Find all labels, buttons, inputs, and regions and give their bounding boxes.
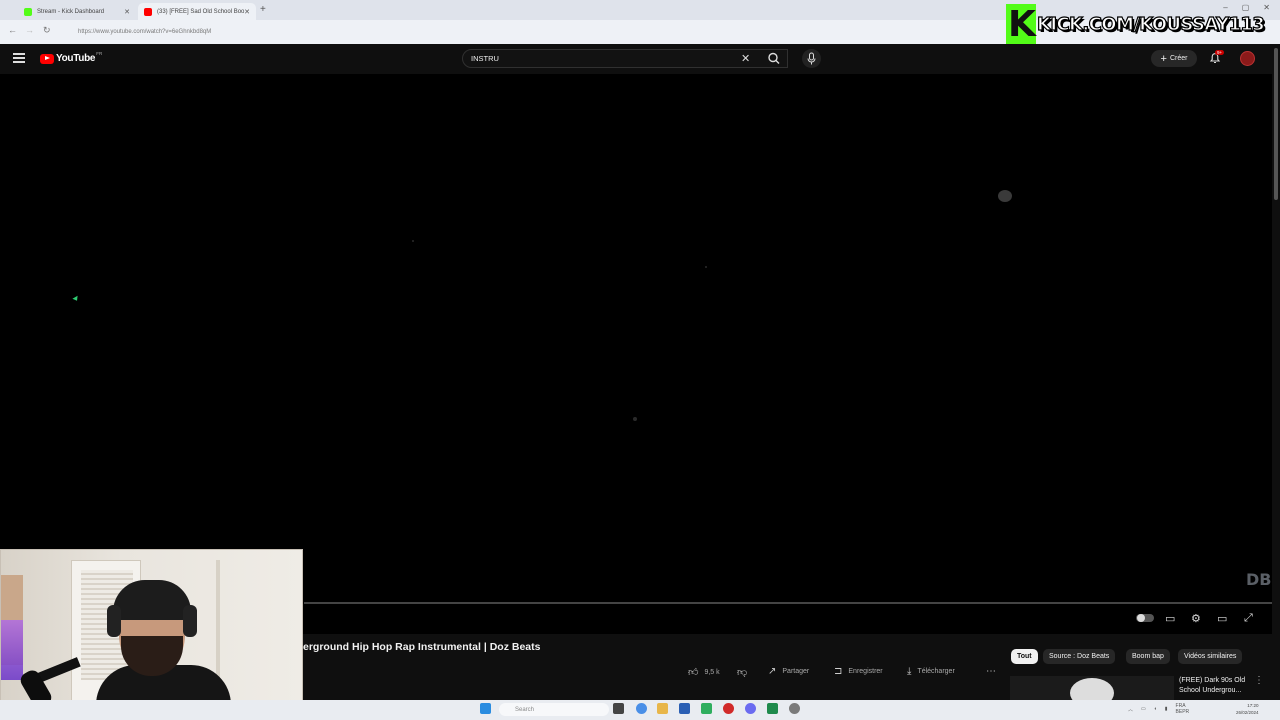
- video-frame-speck: [412, 240, 414, 242]
- save-label: Enregistrer: [848, 668, 883, 675]
- thumbs-down-icon: 👎︎: [737, 667, 748, 678]
- forward-arrow-icon[interactable]: →: [25, 25, 34, 35]
- kick-overlay: KICK.COM/KOUSSAY113: [1006, 4, 1280, 45]
- plus-icon: +: [1160, 52, 1167, 65]
- battery-icon[interactable]: ▮: [1165, 706, 1168, 712]
- more-vertical-icon[interactable]: ⋮: [1254, 675, 1264, 686]
- clear-search-icon[interactable]: ✕: [741, 52, 750, 65]
- notification-count-badge: 9+: [1215, 50, 1225, 55]
- tab-title: Stream - Kick Dashboard: [37, 8, 105, 15]
- region-code: FR: [96, 51, 103, 56]
- account-avatar[interactable]: [1240, 51, 1255, 66]
- download-label: Télécharger: [917, 668, 955, 675]
- video-frame-speck: [633, 417, 637, 421]
- settings-icon[interactable]: [789, 703, 800, 714]
- fullscreen-icon[interactable]: ⤢: [1244, 612, 1253, 625]
- video-frame-speck: [705, 266, 707, 268]
- suggested-video-thumbnail[interactable]: [1010, 676, 1174, 700]
- youtube-logo[interactable]: YouTube FR: [40, 51, 103, 64]
- network-icon[interactable]: ▭: [1141, 706, 1146, 712]
- chrome-icon[interactable]: [636, 703, 647, 714]
- subtitles-icon[interactable]: ▭: [1165, 612, 1175, 625]
- thumbs-up-icon: 👍︎: [688, 667, 699, 678]
- taskbar-clock[interactable]: 17:20 26/02/2024: [1236, 702, 1259, 716]
- tab-title: (33) [FREE] Sad Old School Boo: [157, 8, 245, 15]
- address-bar[interactable]: https://www.youtube.com/watch?v=6eGhnkbd…: [62, 25, 1002, 39]
- video-title: erground Hip Hop Rap Instrumental | Doz …: [303, 641, 541, 653]
- chip-boom-bap[interactable]: Boom bap: [1126, 649, 1170, 664]
- download-button[interactable]: ⤓ Télécharger: [907, 666, 955, 677]
- kick-favicon-icon: [24, 7, 32, 16]
- suggested-video-title[interactable]: (FREE) Dark 90s Old School Undergrou...: [1179, 676, 1259, 696]
- tab-kick-dashboard[interactable]: Stream - Kick Dashboard ✕: [18, 3, 136, 20]
- settings-gear-icon[interactable]: ⚙: [1191, 612, 1201, 625]
- dislike-button[interactable]: 👎︎: [737, 666, 753, 678]
- chip-source[interactable]: Source : Doz Beats: [1043, 649, 1116, 664]
- save-button[interactable]: ⊐ Enregistrer: [834, 666, 883, 677]
- store-icon[interactable]: [679, 703, 690, 714]
- youtube-logo-text: YouTube: [56, 53, 96, 64]
- app-icon[interactable]: [701, 703, 712, 714]
- volume-icon[interactable]: ◖: [1154, 706, 1157, 712]
- close-tab-icon[interactable]: ✕: [124, 8, 130, 16]
- language-indicator[interactable]: FRA BEPR: [1176, 703, 1190, 715]
- clock-date: 26/02/2024: [1236, 710, 1259, 715]
- hamburger-menu-icon[interactable]: [13, 53, 25, 63]
- create-button[interactable]: + Créer: [1151, 50, 1197, 67]
- like-count: 9,5 k: [704, 668, 720, 676]
- opera-icon[interactable]: [723, 703, 734, 714]
- bookmark-icon: ⊐: [834, 666, 843, 677]
- share-button[interactable]: ↗ Partager: [768, 666, 809, 677]
- youtube-favicon-icon: [144, 7, 152, 16]
- discord-icon[interactable]: [745, 703, 756, 714]
- kick-logo-icon: [1006, 4, 1036, 45]
- new-tab-button[interactable]: +: [260, 4, 266, 15]
- share-arrow-icon: ↗: [768, 666, 777, 677]
- channel-watermark[interactable]: DB: [1246, 570, 1271, 589]
- taskbar-search[interactable]: Search: [499, 703, 609, 716]
- task-view-icon[interactable]: [613, 703, 624, 714]
- more-actions-button[interactable]: ⋯: [986, 666, 1002, 677]
- autoplay-toggle[interactable]: [1136, 614, 1154, 622]
- youtube-play-icon: [40, 53, 54, 64]
- app-icon[interactable]: [767, 703, 778, 714]
- search-input[interactable]: INSTRU: [462, 49, 788, 68]
- more-icon: ⋯: [986, 666, 996, 677]
- start-windows-icon[interactable]: [480, 703, 491, 714]
- clock-time: 17:20: [1247, 703, 1259, 708]
- download-icon: ⤓: [907, 666, 912, 677]
- tray-chevron-icon[interactable]: ︿: [1128, 706, 1133, 713]
- share-label: Partager: [782, 668, 810, 675]
- video-progress-bar[interactable]: [304, 602, 1272, 604]
- like-button[interactable]: 👍︎ 9,5 k: [688, 666, 720, 678]
- create-label: Créer: [1169, 55, 1188, 62]
- reload-icon[interactable]: ↻: [43, 25, 51, 36]
- system-tray: ︿ ▭ ◖ ▮ FRA BEPR: [1128, 703, 1189, 715]
- chip-all[interactable]: Tout: [1011, 649, 1038, 664]
- close-tab-icon[interactable]: ✕: [244, 8, 250, 16]
- webcam-overlay: [0, 549, 303, 720]
- search-query: INSTRU: [471, 54, 499, 63]
- microphone-icon[interactable]: [802, 49, 821, 68]
- kick-channel-text: KICK.COM/KOUSSAY113: [1036, 13, 1265, 35]
- back-arrow-icon[interactable]: ←: [8, 25, 17, 35]
- video-frame-speck: [998, 190, 1012, 202]
- search-icon[interactable]: [762, 49, 786, 68]
- theater-mode-icon[interactable]: ▭: [1217, 612, 1227, 625]
- scrollbar-thumb[interactable]: [1274, 48, 1278, 200]
- file-explorer-icon[interactable]: [657, 703, 668, 714]
- chip-similar-videos[interactable]: Vidéos similaires: [1178, 649, 1243, 664]
- tab-youtube-video[interactable]: (33) [FREE] Sad Old School Boo ✕: [138, 3, 256, 20]
